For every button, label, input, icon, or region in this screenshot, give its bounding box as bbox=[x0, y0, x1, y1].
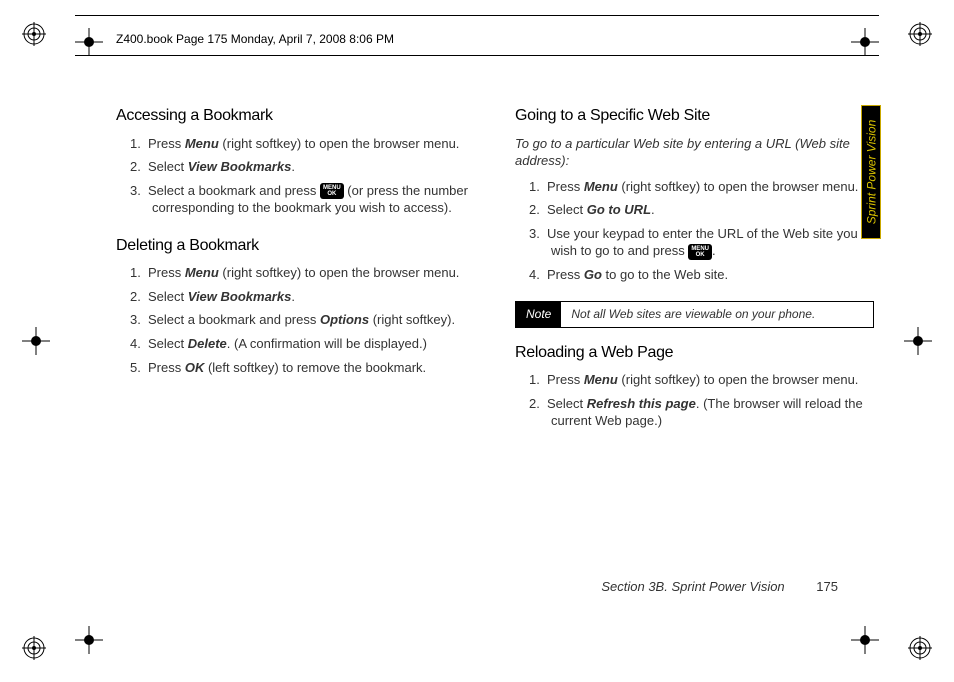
step-item: 1.Press Menu (right softkey) to open the… bbox=[130, 264, 475, 282]
bold-term: Menu bbox=[185, 136, 219, 151]
menu-ok-key-icon: MENUOK bbox=[320, 183, 344, 199]
bold-term: Go bbox=[584, 267, 602, 282]
step-item: 2.Select Refresh this page. (The browser… bbox=[529, 395, 874, 430]
step-number: 5. bbox=[130, 359, 148, 377]
heading-reloading-page: Reloading a Web Page bbox=[515, 342, 874, 364]
step-number: 3. bbox=[130, 182, 148, 200]
header-text: Z400.book Page 175 Monday, April 7, 2008… bbox=[116, 32, 394, 46]
step-number: 2. bbox=[529, 201, 547, 219]
step-number: 2. bbox=[529, 395, 547, 413]
step-item: 2.Select View Bookmarks. bbox=[130, 158, 475, 176]
registration-mark-icon bbox=[22, 636, 46, 660]
heading-accessing-bookmark: Accessing a Bookmark bbox=[116, 105, 475, 127]
header-rule bbox=[75, 15, 879, 16]
bold-term: Menu bbox=[584, 372, 618, 387]
step-number: 1. bbox=[130, 264, 148, 282]
crop-mark-icon bbox=[851, 626, 879, 654]
step-item: 3.Select a bookmark and press Options (r… bbox=[130, 311, 475, 329]
step-item: 4.Select Delete. (A confirmation will be… bbox=[130, 335, 475, 353]
bold-term: Options bbox=[320, 312, 369, 327]
bold-term: Menu bbox=[584, 179, 618, 194]
step-item: 1.Press Menu (right softkey) to open the… bbox=[130, 135, 475, 153]
step-number: 2. bbox=[130, 288, 148, 306]
step-item: 2.Select Go to URL. bbox=[529, 201, 874, 219]
left-column: Accessing a Bookmark 1.Press Menu (right… bbox=[116, 105, 475, 612]
step-number: 1. bbox=[529, 178, 547, 196]
heading-going-to-site: Going to a Specific Web Site bbox=[515, 105, 874, 127]
step-number: 1. bbox=[529, 371, 547, 389]
crop-mark-icon bbox=[75, 626, 103, 654]
note-box: Note Not all Web sites are viewable on y… bbox=[515, 301, 874, 327]
intro-text: To go to a particular Web site by enteri… bbox=[515, 135, 874, 170]
step-number: 3. bbox=[130, 311, 148, 329]
menu-ok-key-icon: MENUOK bbox=[688, 244, 712, 260]
registration-mark-icon bbox=[908, 636, 932, 660]
crop-mark-icon bbox=[22, 327, 50, 355]
bold-term: View Bookmarks bbox=[188, 289, 292, 304]
step-item: 1.Press Menu (right softkey) to open the… bbox=[529, 371, 874, 389]
footer-page-number: 175 bbox=[816, 579, 838, 594]
bold-term: Menu bbox=[185, 265, 219, 280]
step-item: 4.Press Go to go to the Web site. bbox=[529, 266, 874, 284]
bold-term: Delete bbox=[188, 336, 227, 351]
steps-going-to-site: 1.Press Menu (right softkey) to open the… bbox=[529, 178, 874, 284]
registration-mark-icon bbox=[908, 22, 932, 46]
note-label: Note bbox=[516, 302, 561, 326]
step-number: 4. bbox=[529, 266, 547, 284]
crop-mark-icon bbox=[904, 327, 932, 355]
step-item: 5.Press OK (left softkey) to remove the … bbox=[130, 359, 475, 377]
right-column: Going to a Specific Web Site To go to a … bbox=[515, 105, 874, 612]
step-number: 1. bbox=[130, 135, 148, 153]
bold-term: Refresh this page bbox=[587, 396, 696, 411]
heading-deleting-bookmark: Deleting a Bookmark bbox=[116, 235, 475, 257]
steps-reloading-page: 1.Press Menu (right softkey) to open the… bbox=[529, 371, 874, 430]
page-content: Accessing a Bookmark 1.Press Menu (right… bbox=[116, 105, 874, 612]
step-item: 3.Use your keypad to enter the URL of th… bbox=[529, 225, 874, 260]
bold-term: View Bookmarks bbox=[188, 159, 292, 174]
registration-mark-icon bbox=[22, 22, 46, 46]
footer-section: Section 3B. Sprint Power Vision bbox=[601, 579, 784, 594]
steps-accessing-bookmark: 1.Press Menu (right softkey) to open the… bbox=[130, 135, 475, 217]
steps-deleting-bookmark: 1.Press Menu (right softkey) to open the… bbox=[130, 264, 475, 376]
step-number: 2. bbox=[130, 158, 148, 176]
bold-term: OK bbox=[185, 360, 205, 375]
bold-term: Go to URL bbox=[587, 202, 651, 217]
step-number: 4. bbox=[130, 335, 148, 353]
step-number: 3. bbox=[529, 225, 547, 243]
note-text: Not all Web sites are viewable on your p… bbox=[561, 302, 825, 326]
page-footer: Section 3B. Sprint Power Vision 175 bbox=[601, 579, 838, 594]
step-item: 2.Select View Bookmarks. bbox=[130, 288, 475, 306]
step-item: 3.Select a bookmark and press MENUOK (or… bbox=[130, 182, 475, 217]
step-item: 1.Press Menu (right softkey) to open the… bbox=[529, 178, 874, 196]
